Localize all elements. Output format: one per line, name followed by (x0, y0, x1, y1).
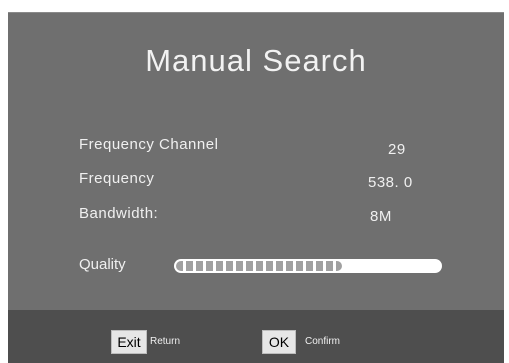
exit-key-description: Return (150, 336, 181, 347)
quality-level-fill (176, 261, 342, 271)
tv-screen: Manual Search Frequency Channel 29 Frequ… (0, 0, 509, 363)
ok-key-description: Confirm (305, 336, 341, 347)
quality-label: Quality (79, 256, 126, 273)
quality-bar (174, 259, 442, 273)
bandwidth-value[interactable]: 8M (370, 208, 392, 225)
bandwidth-label: Bandwidth: (79, 205, 159, 222)
manual-search-panel: Manual Search Frequency Channel 29 Frequ… (8, 12, 504, 311)
exit-key-button[interactable]: Exit (111, 330, 147, 354)
frequency-value[interactable]: 538. 0 (368, 174, 413, 191)
ok-key-button[interactable]: OK (262, 330, 296, 354)
frequency-channel-label: Frequency Channel (79, 136, 219, 153)
footer-bar (8, 310, 504, 363)
frequency-label: Frequency (79, 170, 155, 187)
frequency-channel-value[interactable]: 29 (388, 141, 406, 158)
page-title: Manual Search (145, 43, 367, 78)
